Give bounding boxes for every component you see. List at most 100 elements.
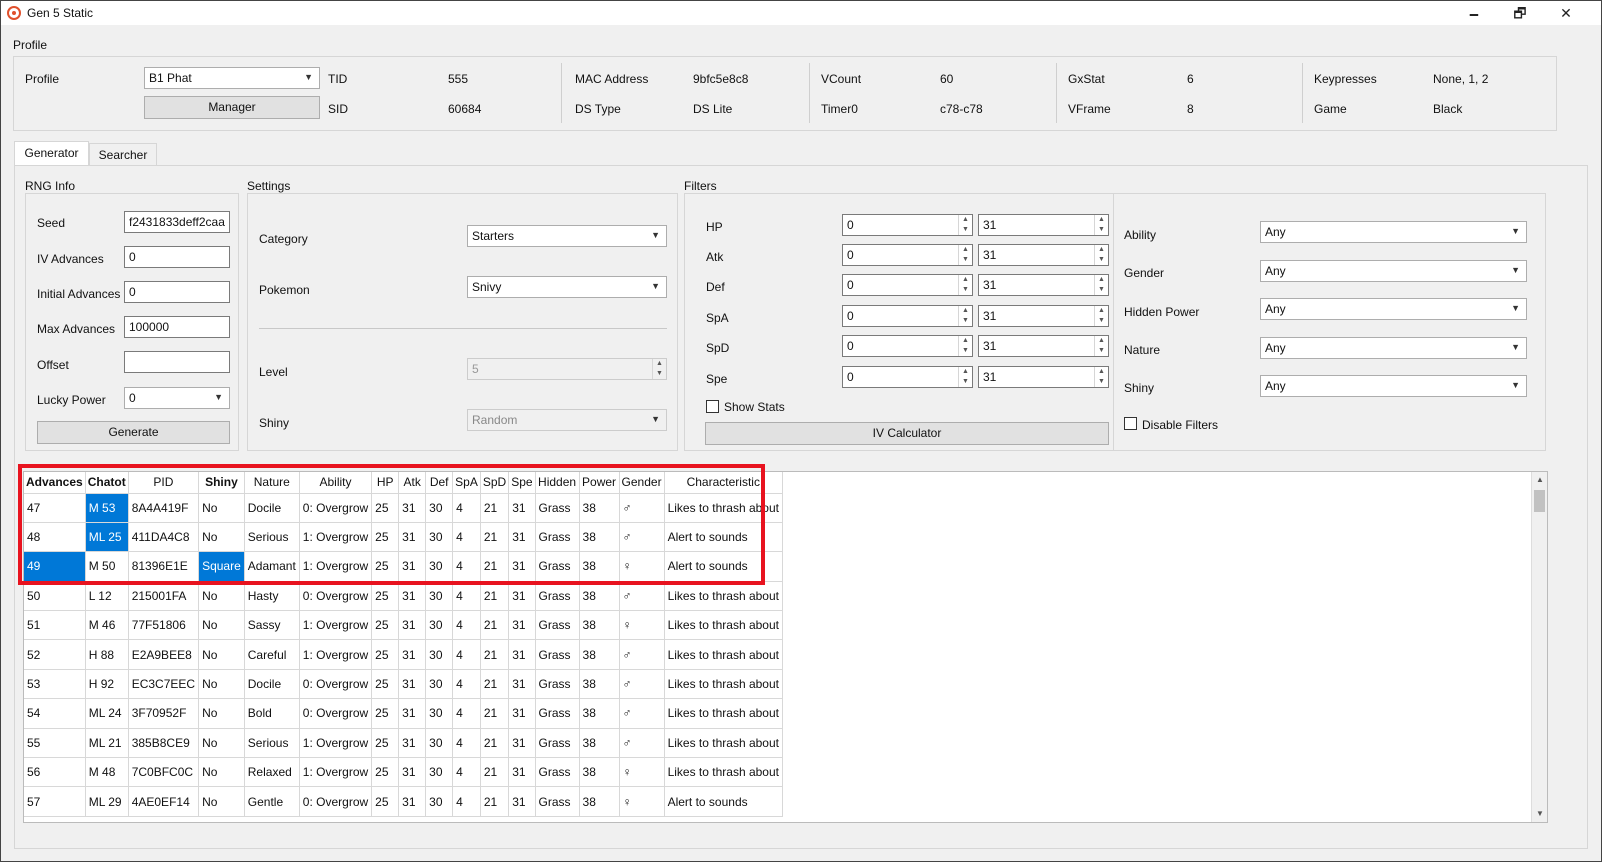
table-cell[interactable]: No	[198, 698, 245, 729]
table-cell[interactable]: 0: Overgrow	[299, 698, 373, 729]
stat-spe-min-spinbox[interactable]: 0 ▲ ▼	[842, 366, 973, 388]
table-cell[interactable]: 48	[24, 522, 86, 553]
table-cell[interactable]: Alert to sounds	[664, 786, 783, 817]
table-cell[interactable]: E2A9BEE8	[128, 639, 200, 670]
table-cell[interactable]: 30	[425, 493, 454, 523]
spin-arrows-icon[interactable]: ▲ ▼	[958, 306, 972, 326]
table-cell[interactable]: Likes to thrash about	[664, 757, 783, 788]
results-table-container[interactable]: Advances Chatot PID Shiny Nature Ability HP Atk…	[23, 471, 1548, 823]
table-cell[interactable]: 21	[480, 610, 510, 641]
table-cell[interactable]: 411DA4C8	[128, 522, 200, 553]
table-cell[interactable]: 21	[480, 551, 510, 582]
table-cell[interactable]: 31	[398, 551, 427, 582]
spin-arrows-icon[interactable]: ▲ ▼	[958, 275, 972, 295]
table-cell[interactable]: 31	[508, 493, 536, 523]
stat-spd-min-spinbox[interactable]: 0 ▲ ▼	[842, 335, 973, 357]
table-cell[interactable]: 31	[398, 728, 427, 759]
table-cell[interactable]: 4	[452, 493, 481, 523]
table-cell[interactable]: ♀	[619, 551, 665, 582]
table-cell[interactable]: Docile	[244, 669, 300, 700]
spin-arrows-icon[interactable]: ▲ ▼	[958, 336, 972, 356]
table-cell[interactable]: 38	[579, 581, 620, 612]
table-cell[interactable]: 38	[579, 669, 620, 700]
stat-spa-min-spinbox[interactable]: 0 ▲ ▼	[842, 305, 973, 327]
table-cell[interactable]: Careful	[244, 639, 300, 670]
table-cell[interactable]: 38	[579, 610, 620, 641]
table-cell[interactable]: 25	[371, 698, 400, 729]
column-header[interactable]: PID	[128, 472, 200, 494]
table-cell[interactable]: 4	[452, 669, 481, 700]
table-cell[interactable]: 3F70952F	[128, 698, 200, 729]
table-cell[interactable]: 53	[24, 669, 86, 700]
table-cell[interactable]: Grass	[535, 728, 580, 759]
table-cell[interactable]: 1: Overgrow	[299, 522, 373, 553]
table-row[interactable]: 49 M 50 81396E1E Square Adamant 1: Overgrow 25…	[24, 551, 783, 582]
table-cell[interactable]: M 53	[85, 493, 129, 523]
table-cell[interactable]: Grass	[535, 581, 580, 612]
table-cell[interactable]: 25	[371, 610, 400, 641]
table-cell[interactable]: 21	[480, 728, 510, 759]
table-cell[interactable]: 49	[24, 551, 86, 582]
table-cell[interactable]: 52	[24, 639, 86, 670]
table-cell[interactable]: 0: Overgrow	[299, 669, 373, 700]
table-cell[interactable]: 4	[452, 786, 481, 817]
spin-arrows-icon[interactable]: ▲ ▼	[958, 367, 972, 387]
stat-spd-max-spinbox[interactable]: 31 ▲ ▼	[978, 335, 1109, 357]
table-cell[interactable]: 31	[508, 551, 536, 582]
iv-advances-input[interactable]: 0	[124, 246, 230, 268]
table-cell[interactable]: Grass	[535, 669, 580, 700]
spin-arrows-icon[interactable]: ▲ ▼	[1094, 306, 1108, 326]
table-cell[interactable]: 47	[24, 493, 86, 523]
table-cell[interactable]: Square	[198, 551, 245, 582]
table-cell[interactable]: 30	[425, 669, 454, 700]
table-cell[interactable]: 4	[452, 522, 481, 553]
table-cell[interactable]: 30	[425, 786, 454, 817]
table-cell[interactable]: 31	[398, 669, 427, 700]
table-cell[interactable]: 21	[480, 493, 510, 523]
table-cell[interactable]: 31	[508, 581, 536, 612]
table-cell[interactable]: Likes to thrash about	[664, 728, 783, 759]
column-header[interactable]: Def	[425, 472, 454, 494]
table-cell[interactable]: 25	[371, 551, 400, 582]
stat-hp-min-spinbox[interactable]: 0 ▲ ▼	[842, 214, 973, 236]
offset-input[interactable]	[124, 351, 230, 373]
category-select[interactable]: Starters ▼	[467, 225, 667, 247]
table-cell[interactable]: Grass	[535, 493, 580, 523]
max-advances-input[interactable]: 100000	[124, 316, 230, 338]
table-cell[interactable]: 31	[508, 522, 536, 553]
table-cell[interactable]: 38	[579, 786, 620, 817]
table-cell[interactable]: Likes to thrash about	[664, 669, 783, 700]
table-cell[interactable]: 25	[371, 581, 400, 612]
table-cell[interactable]: 4	[452, 639, 481, 670]
table-cell[interactable]: 56	[24, 757, 86, 788]
column-header[interactable]: Power	[579, 472, 620, 494]
table-cell[interactable]: Likes to thrash about	[664, 581, 783, 612]
table-cell[interactable]: 385B8CE9	[128, 728, 200, 759]
stat-def-max-spinbox[interactable]: 31 ▲ ▼	[978, 274, 1109, 296]
table-cell[interactable]: 21	[480, 786, 510, 817]
table-row[interactable]: 52 H 88 E2A9BEE8 No Careful 1: Overgrow 25 31 30…	[24, 639, 783, 670]
table-cell[interactable]: 25	[371, 669, 400, 700]
table-cell[interactable]: 21	[480, 522, 510, 553]
table-row[interactable]: 51 M 46 77F51806 No Sassy 1: Overgrow 25 31 30 4 2…	[24, 610, 783, 641]
table-cell[interactable]: ♀	[619, 786, 665, 817]
table-cell[interactable]: 55	[24, 728, 86, 759]
table-cell[interactable]: 31	[398, 698, 427, 729]
table-cell[interactable]: Adamant	[244, 551, 300, 582]
table-cell[interactable]: M 46	[85, 610, 129, 641]
table-cell[interactable]: ♂	[619, 493, 665, 523]
table-cell[interactable]: 31	[508, 639, 536, 670]
table-cell[interactable]: Grass	[535, 551, 580, 582]
table-row[interactable]: 54 ML 24 3F70952F No Bold 0: Overgrow 25 31 30 4 2…	[24, 698, 783, 729]
restore-button[interactable]: 🗗	[1497, 1, 1543, 25]
column-header[interactable]: Atk	[398, 472, 427, 494]
table-row[interactable]: 50 L 12 215001FA No Hasty 0: Overgrow 25 31 30 4 2…	[24, 581, 783, 612]
lucky-power-select[interactable]: 0 ▼	[124, 387, 230, 409]
table-cell[interactable]: 30	[425, 610, 454, 641]
column-header[interactable]: Hidden	[535, 472, 580, 494]
column-header[interactable]: Characteristic	[664, 472, 783, 494]
table-cell[interactable]: No	[198, 669, 245, 700]
table-cell[interactable]: 0: Overgrow	[299, 581, 373, 612]
profile-select[interactable]: B1 Phat ▼	[144, 67, 320, 89]
table-row[interactable]: 53 H 92 EC3C7EEC No Docile 0: Overgrow 25 31 30 4…	[24, 669, 783, 700]
